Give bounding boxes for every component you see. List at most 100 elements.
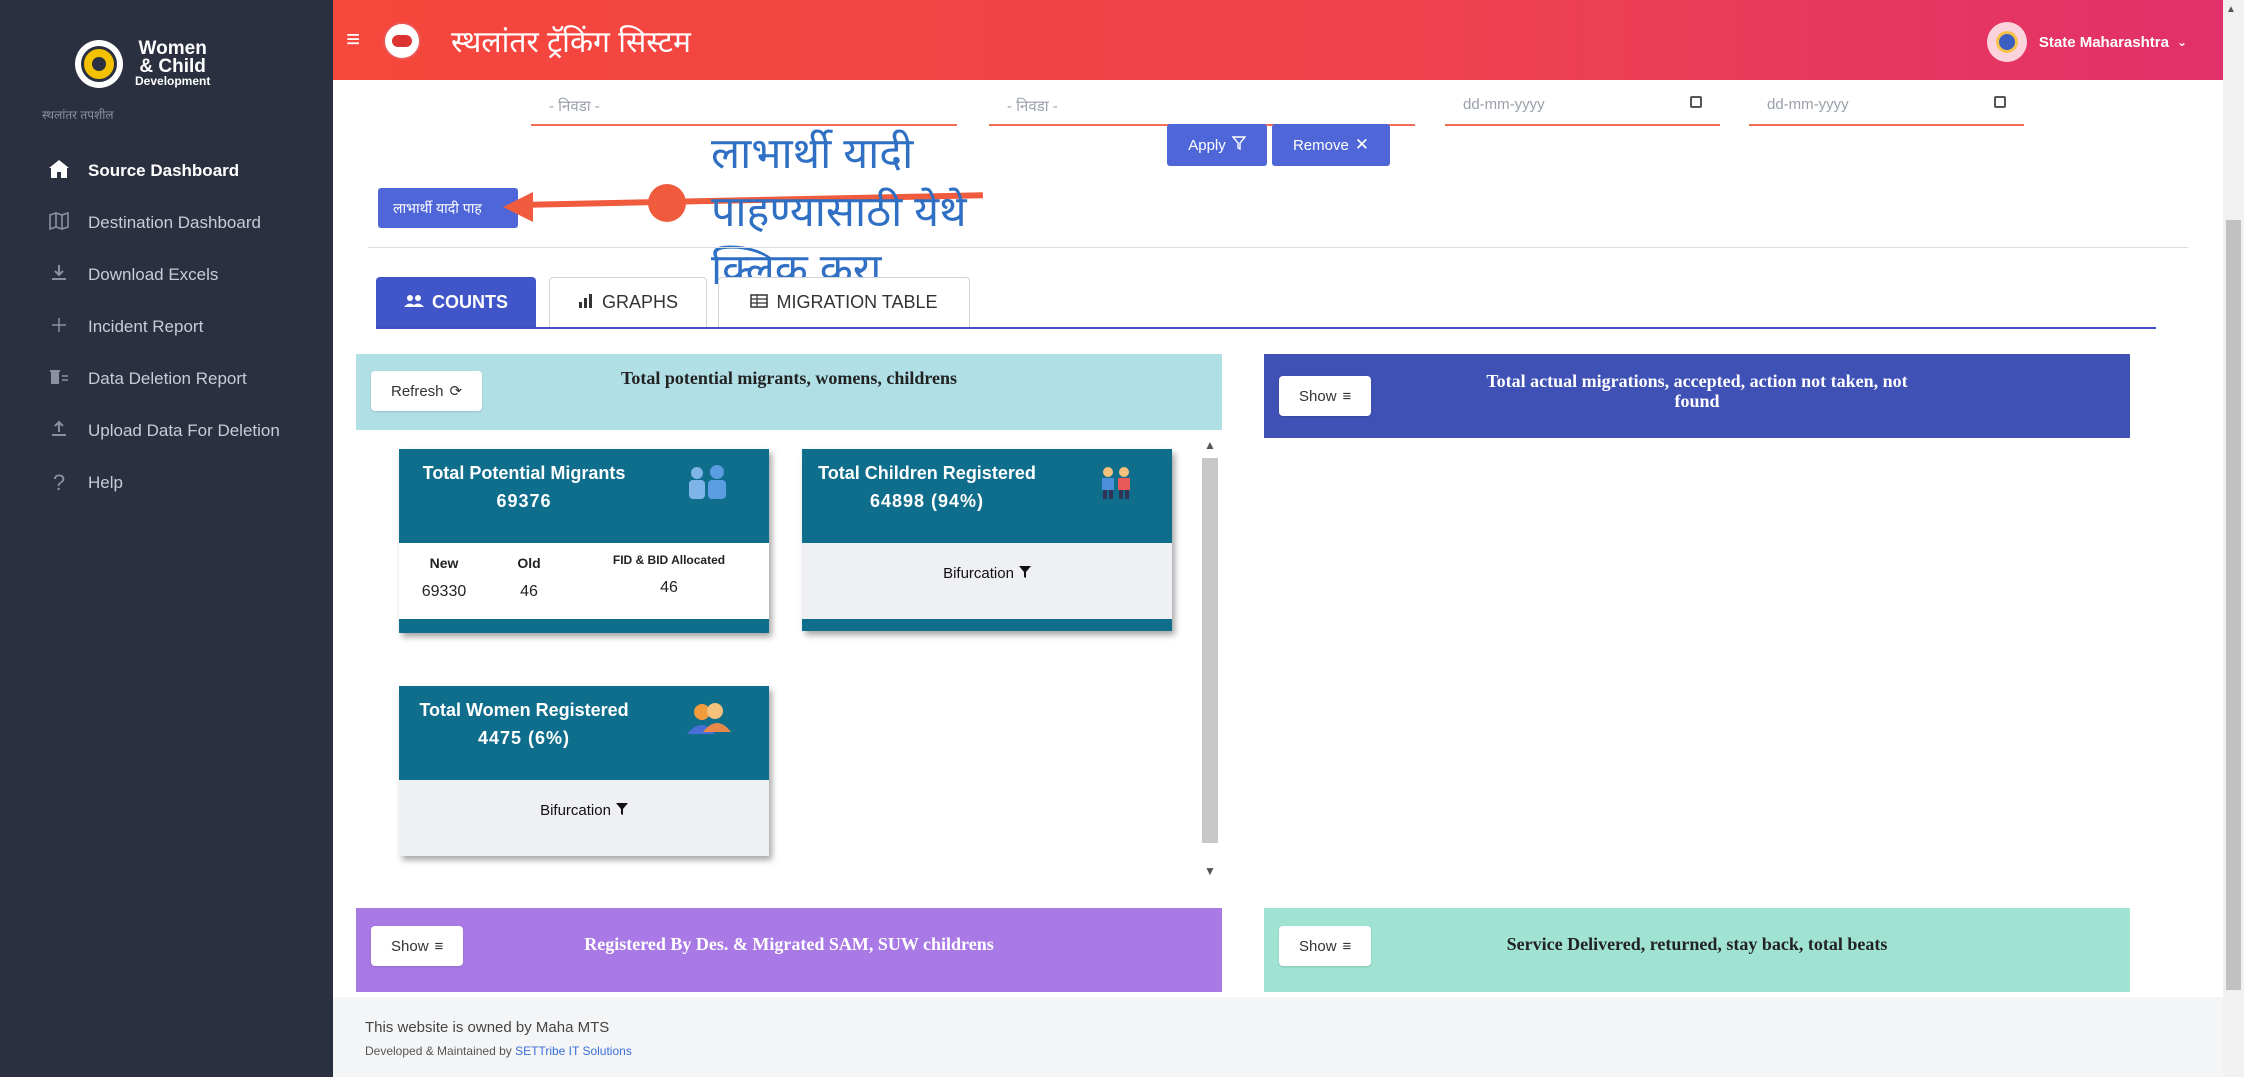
logo-line3: Development <box>135 74 211 89</box>
family-icon <box>685 465 731 508</box>
apply-filter-button[interactable]: Apply <box>1167 124 1267 166</box>
page-scrollbar[interactable]: ▲ <box>2223 0 2244 1077</box>
show-button[interactable]: Show ≡ <box>1279 926 1372 966</box>
plus-icon <box>45 316 73 339</box>
bifurcation-button[interactable]: Bifurcation <box>399 780 769 840</box>
sidebar-item-label: Data Deletion Report <box>88 369 247 388</box>
main-content: - निवडा - - निवडा - dd-mm-yyyy dd-mm-yyy… <box>333 80 2223 997</box>
filter-icon <box>1018 565 1031 582</box>
beneficiary-list-button[interactable]: लाभार्थी यादी पाह <box>378 188 518 228</box>
upload-icon <box>45 420 73 443</box>
to-date-input[interactable]: dd-mm-yyyy <box>1749 96 2024 126</box>
close-icon: ✕ <box>1354 135 1370 154</box>
footer-developed: Developed & Maintained by SETTribe IT So… <box>365 1044 632 1058</box>
show-label: Show <box>1299 937 1337 955</box>
refresh-icon: ⟳ <box>449 383 463 400</box>
company-link[interactable]: SETTribe IT Solutions <box>515 1044 632 1058</box>
annotation-arrow-head <box>503 192 533 222</box>
card-value: 69376 <box>496 491 552 511</box>
new-value: 69330 <box>421 583 467 600</box>
trash-icon <box>45 368 73 391</box>
bifurcation-row: Bifurcation <box>802 543 1172 619</box>
download-icon <box>45 264 73 287</box>
logo-text: Women & Child Development <box>135 39 211 89</box>
filter-select-1[interactable]: - निवडा - <box>531 98 957 126</box>
annotation-text: लाभार्थी यादी पाहण्यासाठी येथे क्लिक करा <box>711 125 967 299</box>
wcd-emblem-icon <box>75 40 123 88</box>
panel-title: Total actual migrations, accepted, actio… <box>1486 371 1908 411</box>
panel-title: Total potential migrants, womens, childr… <box>620 368 958 388</box>
sidebar-item-label: Download Excels <box>88 265 219 284</box>
show-button[interactable]: Show ≡ <box>371 926 464 966</box>
scroll-up-icon[interactable]: ▲ <box>2226 4 2236 15</box>
sidebar-item-label: Help <box>88 473 123 492</box>
bifurcation-button[interactable]: Bifurcation <box>802 543 1172 603</box>
filter-lines-icon: ≡ <box>1342 387 1352 405</box>
annotation-line-1: लाभार्थी यादी <box>711 130 914 178</box>
calendar-icon[interactable] <box>1994 96 2006 108</box>
sidebar-item-label: Destination Dashboard <box>88 213 261 232</box>
sidebar-item-destination-dashboard[interactable]: Destination Dashboard <box>0 197 333 249</box>
remove-filter-button[interactable]: Remove ✕ <box>1272 124 1390 166</box>
filter-select-2-value: - निवडा - <box>1007 98 1058 115</box>
brand-logo-icon <box>383 22 421 60</box>
scroll-up-icon[interactable]: ▲ <box>1199 438 1221 458</box>
home-icon <box>45 159 73 184</box>
users-icon <box>404 294 424 312</box>
tab-graphs[interactable]: GRAPHS <box>549 277 707 327</box>
card-total-women-registered: Total Women Registered 4475 (6%) Bifurca… <box>399 686 769 856</box>
bifurcation-row: Bifurcation <box>399 780 769 856</box>
apply-label: Apply <box>1188 136 1226 154</box>
tab-migration-table[interactable]: MIGRATION TABLE <box>718 277 970 327</box>
panel-actual-migrations: Show ≡ Total actual migrations, accepted… <box>1264 354 2130 438</box>
sidebar-item-data-deletion-report[interactable]: Data Deletion Report <box>0 353 333 405</box>
sidebar-item-label: Upload Data For Deletion <box>88 421 280 440</box>
profile-avatar <box>1986 22 2027 62</box>
sidebar-item-label: Incident Report <box>88 317 204 336</box>
sidebar-item-download-excels[interactable]: Download Excels <box>0 249 333 301</box>
filter-lines-icon: ≡ <box>1342 937 1352 955</box>
profile-dropdown[interactable]: State Maharashtra ⌄ <box>1986 22 2187 62</box>
filter-icon <box>615 802 628 819</box>
tab-label: GRAPHS <box>601 292 679 312</box>
app-title: स्थलांतर ट्रॅकिंग सिस्टम <box>451 26 691 59</box>
calendar-icon[interactable] <box>1690 96 1702 108</box>
top-header: ≡ स्थलांतर ट्रॅकिंग सिस्टम State Maharas… <box>333 0 2244 80</box>
tab-counts[interactable]: COUNTS <box>376 277 536 327</box>
fid-bid-value: 46 <box>660 579 678 596</box>
sidebar-item-source-dashboard[interactable]: Source Dashboard <box>0 145 333 197</box>
card-title: Total Potential Migrants <box>422 463 626 483</box>
card-total-potential-migrants: Total Potential Migrants 69376 New 69330… <box>399 449 769 633</box>
scroll-down-icon[interactable]: ▼ <box>1199 864 1221 884</box>
sidebar-item-help[interactable]: ? Help <box>0 457 333 509</box>
from-date-input[interactable]: dd-mm-yyyy <box>1445 96 1720 126</box>
page-scrollbar-thumb[interactable] <box>2226 220 2241 990</box>
filter-select-1-value: - निवडा - <box>549 98 600 115</box>
women-icon <box>685 702 731 743</box>
card-title: Total Women Registered <box>419 700 629 720</box>
card-value: 4475 (6%) <box>477 728 571 748</box>
footer: This website is owned by Maha MTS Develo… <box>333 997 2223 1077</box>
cards-scrollbar[interactable]: ▲ ▼ <box>1199 438 1221 884</box>
filter-lines-icon: ≡ <box>434 937 444 955</box>
new-label: New <box>429 555 459 571</box>
fid-bid-label: FID & BID Allocated <box>612 553 726 567</box>
show-label: Show <box>1299 387 1337 405</box>
filter-select-2[interactable]: - निवडा - <box>989 98 1415 126</box>
panel-title: Service Delivered, returned, stay back, … <box>1506 934 1888 954</box>
bar-chart-icon <box>578 293 594 312</box>
remove-label: Remove <box>1292 136 1349 154</box>
sidebar-item-upload-data-for-deletion[interactable]: Upload Data For Deletion <box>0 405 333 457</box>
footer-owned: This website is owned by Maha MTS <box>365 1019 610 1036</box>
tab-label: COUNTS <box>432 292 508 312</box>
panel-potential-migrants: Refresh ⟳ Total potential migrants, wome… <box>356 354 1222 430</box>
card-value: 64898 (94%) <box>869 491 985 511</box>
refresh-button[interactable]: Refresh ⟳ <box>371 371 483 411</box>
from-date-placeholder: dd-mm-yyyy <box>1463 96 1545 113</box>
to-date-placeholder: dd-mm-yyyy <box>1767 96 1849 113</box>
sidebar-item-incident-report[interactable]: Incident Report <box>0 301 333 353</box>
show-button[interactable]: Show ≡ <box>1279 376 1372 416</box>
hamburger-menu-icon[interactable]: ≡ <box>346 26 360 54</box>
filter-icon <box>1231 136 1247 154</box>
scrollbar-thumb[interactable] <box>1202 458 1218 843</box>
